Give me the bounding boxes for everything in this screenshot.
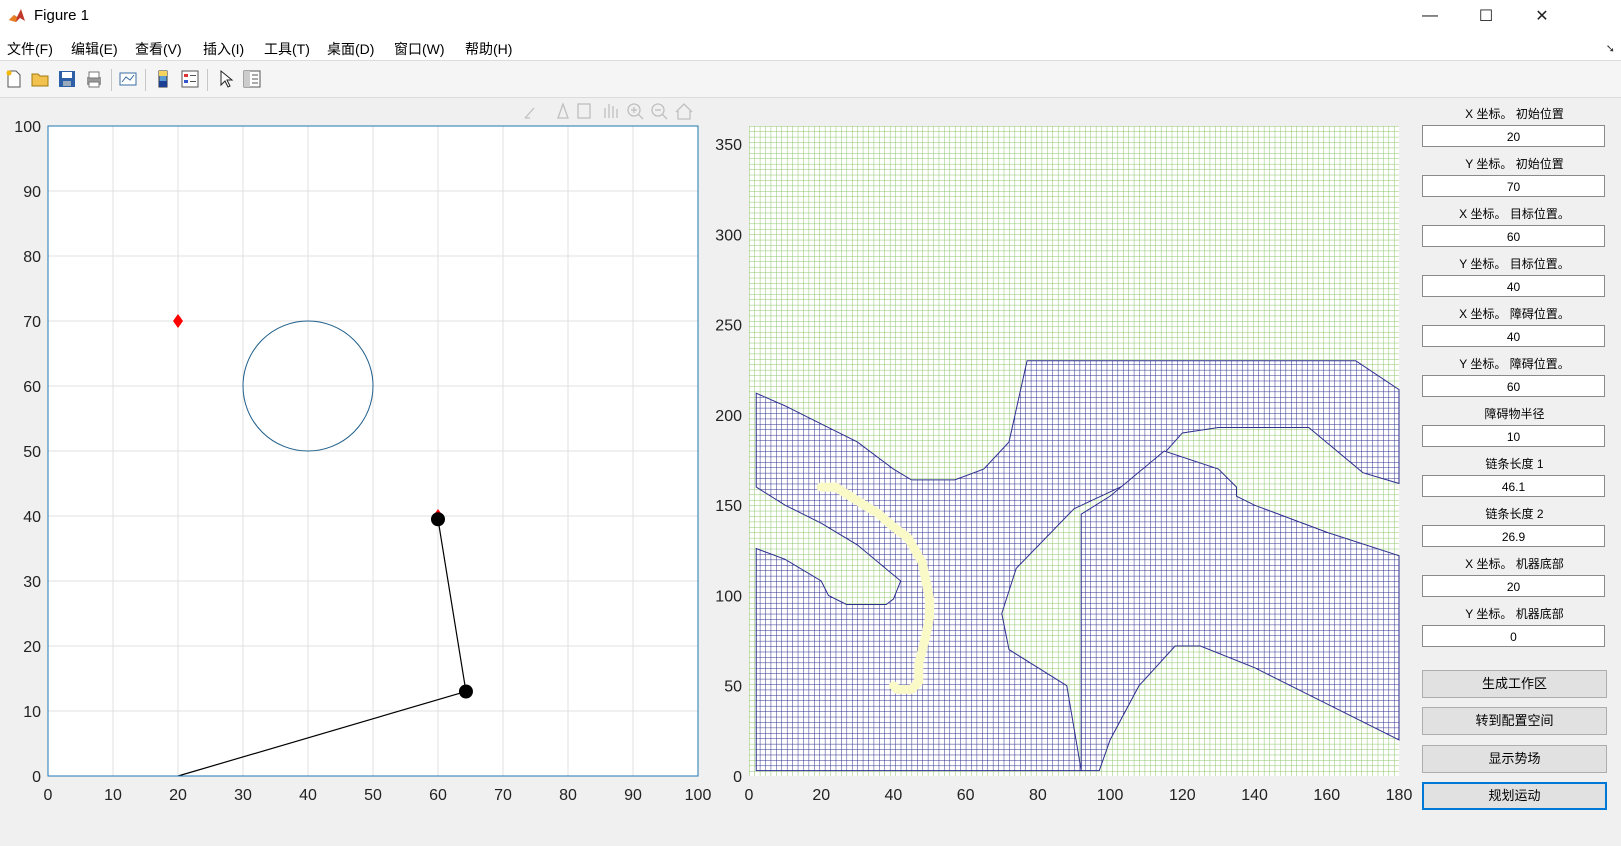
x-tick-label: 100 <box>685 787 712 804</box>
base-x-label: X 坐标。 机器底部 <box>1465 557 1564 571</box>
goal-y-input[interactable]: 40 <box>1422 275 1605 297</box>
goal-x-input[interactable]: 60 <box>1422 225 1605 247</box>
pan-icon[interactable] <box>604 104 618 118</box>
generate-workspace-button[interactable]: 生成工作区 <box>1422 670 1607 698</box>
zoom-out-icon[interactable] <box>651 103 668 120</box>
plan-motion-button[interactable]: 规划运动 <box>1422 782 1607 810</box>
x-tick-label: 50 <box>364 787 382 804</box>
obstacle-x-label: X 坐标。 障碍位置。 <box>1459 307 1570 321</box>
x-tick-label: 60 <box>429 787 447 804</box>
arm-end-effector <box>431 512 445 527</box>
y-tick-label: 50 <box>724 679 742 696</box>
link2-length-label: 链条长度 2 <box>1485 507 1544 521</box>
init-y-label: Y 坐标。 初始位置 <box>1465 157 1564 171</box>
config-space-axes: 0 20 40 60 80 100 120 140 160 180 0 50 100 150 200 250 3… <box>715 126 1412 804</box>
y-tick-label: 0 <box>32 769 41 786</box>
config-space-button[interactable]: 转到配置空间 <box>1422 707 1607 735</box>
x-tick-label: 100 <box>1097 787 1124 804</box>
workspace-axes: 0 10 20 30 40 50 60 70 80 90 100 0 10 20 30 40 50 60 70 80 9… <box>14 119 711 804</box>
y-tick-label: 40 <box>23 509 41 526</box>
x-tick-label: 40 <box>885 787 903 804</box>
x-tick-label: 10 <box>104 787 122 804</box>
y-tick-label: 30 <box>23 574 41 591</box>
x-tick-label: 140 <box>1241 787 1268 804</box>
x-tick-label: 180 <box>1386 787 1413 804</box>
y-tick-label: 10 <box>23 704 41 721</box>
x-tick-label: 60 <box>957 787 975 804</box>
x-tick-label: 160 <box>1313 787 1340 804</box>
x-tick-label: 30 <box>234 787 252 804</box>
obstacle-y-label: Y 坐标。 障碍位置。 <box>1459 357 1570 371</box>
save-axes-icon[interactable] <box>577 103 591 119</box>
home-icon[interactable] <box>675 103 693 120</box>
link2-length-input[interactable]: 26.9 <box>1422 525 1605 547</box>
y-tick-label: 350 <box>715 137 742 154</box>
y-tick-label: 60 <box>23 379 41 396</box>
y-tick-label: 80 <box>23 249 41 266</box>
obstacle-radius-input[interactable]: 10 <box>1422 425 1605 447</box>
zoom-in-icon[interactable] <box>627 103 644 120</box>
y-tick-label: 250 <box>715 318 742 335</box>
x-tick-label: 0 <box>44 787 53 804</box>
x-tick-label: 120 <box>1169 787 1196 804</box>
obstacle-y-input[interactable]: 60 <box>1422 375 1605 397</box>
y-tick-label: 100 <box>14 119 41 136</box>
x-tick-label: 0 <box>745 787 754 804</box>
show-potential-field-button[interactable]: 显示势场 <box>1422 745 1607 773</box>
data-tip-icon[interactable] <box>557 102 569 119</box>
goal-y-label: Y 坐标。 目标位置。 <box>1459 257 1570 271</box>
y-tick-label: 20 <box>23 639 41 656</box>
obstacle-radius-label: 障碍物半径 <box>1484 407 1545 421</box>
x-tick-label: 20 <box>169 787 187 804</box>
y-tick-label: 300 <box>715 227 742 244</box>
y-tick-label: 200 <box>715 408 742 425</box>
obstacle-x-input[interactable]: 40 <box>1422 325 1605 347</box>
goal-x-label: X 坐标。 目标位置。 <box>1459 207 1570 221</box>
y-tick-label: 0 <box>733 769 742 786</box>
x-tick-label: 40 <box>299 787 317 804</box>
y-tick-label: 50 <box>23 444 41 461</box>
init-x-input[interactable]: 20 <box>1422 125 1605 147</box>
x-tick-label: 90 <box>624 787 642 804</box>
arm-joint <box>458 684 473 699</box>
y-tick-label: 100 <box>715 588 742 605</box>
x-tick-label: 80 <box>559 787 577 804</box>
x-tick-label: 80 <box>1029 787 1047 804</box>
base-y-label: Y 坐标。 机器底部 <box>1465 607 1564 621</box>
link1-length-input[interactable]: 46.1 <box>1422 475 1605 497</box>
figure-canvas: 0 10 20 30 40 50 60 70 80 90 100 0 10 20 30 40 50 60 70 80 9… <box>14 102 1412 804</box>
x-tick-label: 70 <box>494 787 512 804</box>
y-tick-label: 150 <box>715 498 742 515</box>
base-x-input[interactable]: 20 <box>1422 575 1605 597</box>
init-x-label: X 坐标。 初始位置 <box>1465 107 1564 121</box>
base-y-input[interactable]: 0 <box>1422 625 1605 647</box>
x-tick-label: 20 <box>812 787 830 804</box>
link1-length-label: 链条长度 1 <box>1485 457 1544 471</box>
init-y-input[interactable]: 70 <box>1422 175 1605 197</box>
y-tick-label: 90 <box>23 184 41 201</box>
y-tick-label: 70 <box>23 314 41 331</box>
brush-icon[interactable] <box>524 107 535 119</box>
axes-toolbar <box>524 102 693 120</box>
